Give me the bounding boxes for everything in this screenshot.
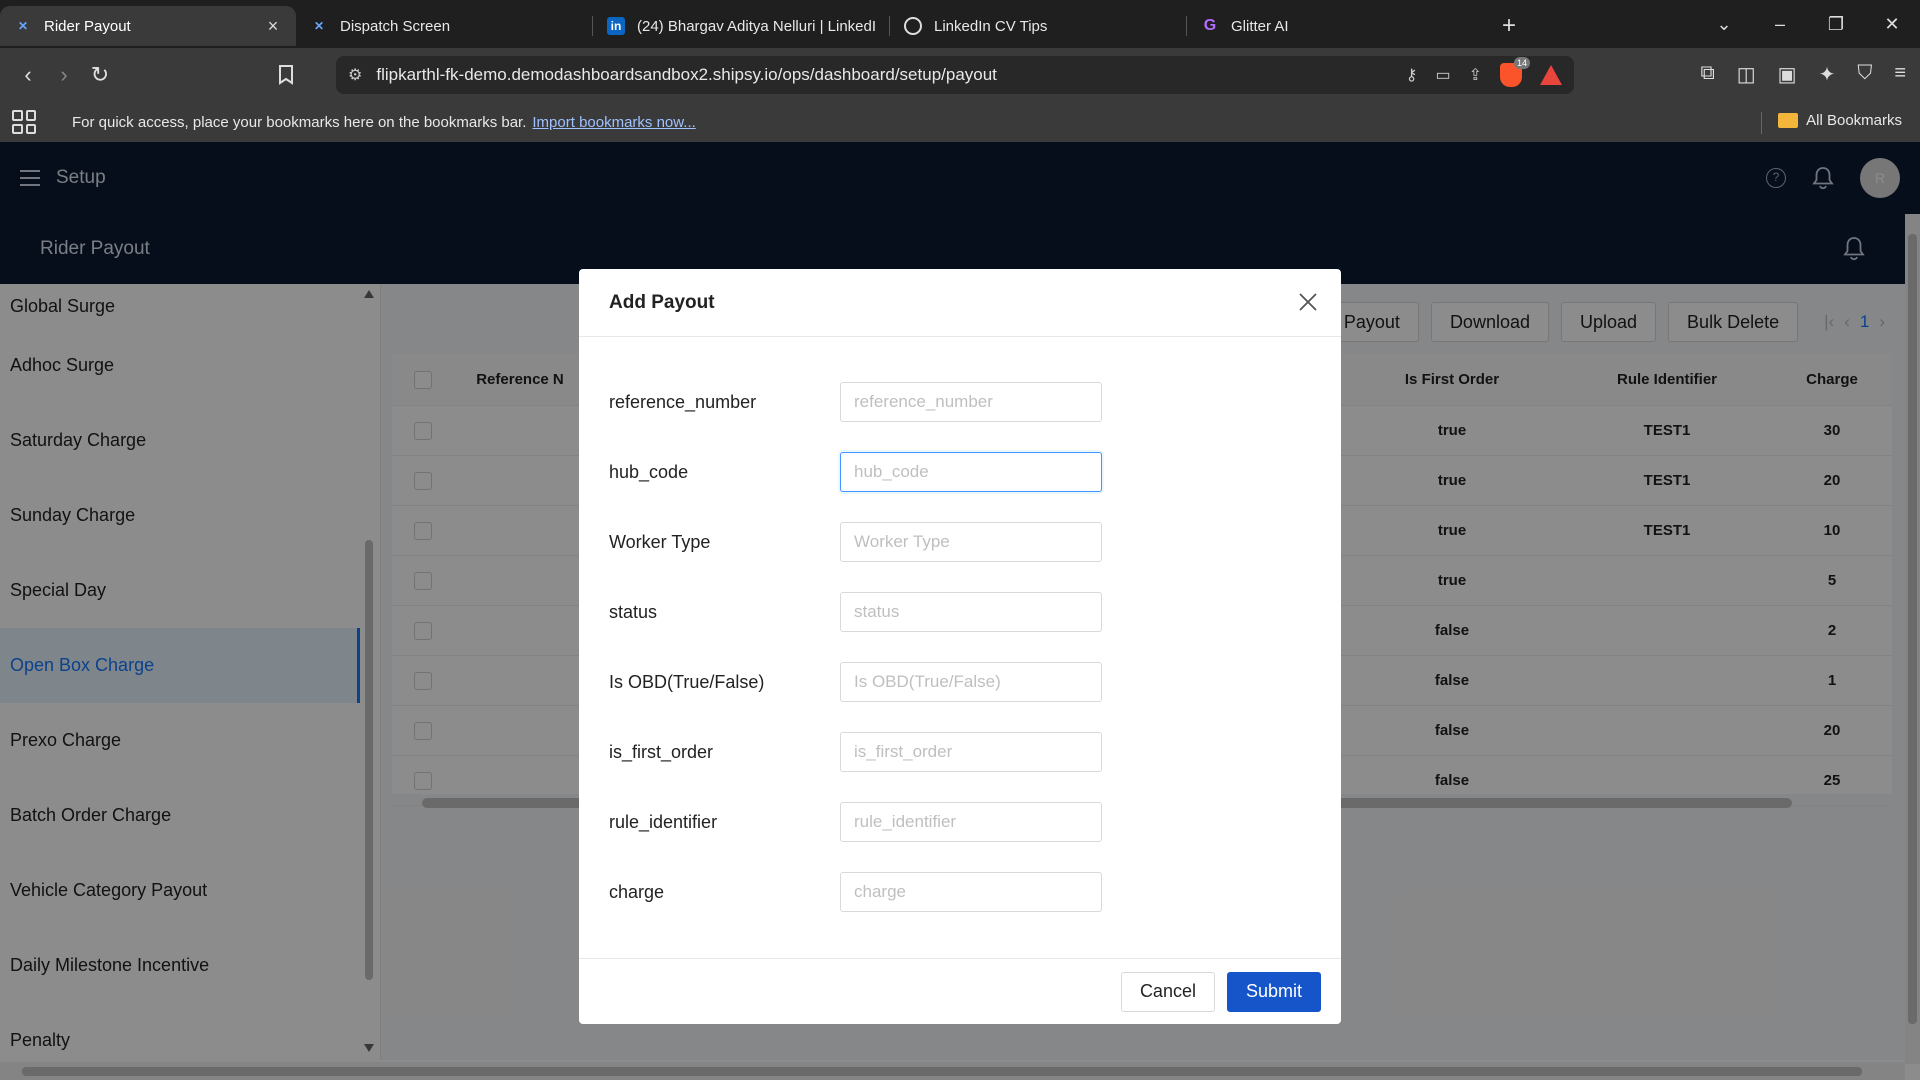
- site-settings-icon[interactable]: ⚙: [348, 65, 362, 85]
- close-tab-icon[interactable]: ×: [264, 17, 282, 35]
- tab-search-icon[interactable]: ⌄: [1696, 14, 1752, 35]
- password-key-icon[interactable]: ⚷: [1406, 65, 1418, 85]
- form-row-charge: charge: [579, 857, 1341, 927]
- forward-icon[interactable]: ›: [46, 57, 82, 93]
- tab-linkedin-cv-tips[interactable]: LinkedIn CV Tips: [890, 6, 1186, 46]
- browser-tab-bar: ✕ Rider Payout × ✕ Dispatch Screen in (2…: [0, 0, 1920, 48]
- all-bookmarks-label: All Bookmarks: [1806, 112, 1902, 129]
- form-row-is-obd: Is OBD(True/False): [579, 647, 1341, 717]
- field-label: reference_number: [609, 391, 757, 412]
- reload-icon[interactable]: ↻: [82, 57, 118, 93]
- field-label: rule_identifier: [609, 811, 718, 832]
- leo-ai-icon[interactable]: ✦: [1819, 62, 1836, 87]
- modal-header: Add Payout: [579, 269, 1341, 337]
- restore-icon[interactable]: ❐: [1808, 14, 1864, 35]
- bookmark-icon[interactable]: [268, 57, 304, 93]
- tab-label: Glitter AI: [1231, 17, 1289, 35]
- form-row-reference-number: reference_number: [579, 367, 1341, 437]
- close-window-icon[interactable]: ✕: [1864, 14, 1920, 35]
- add-payout-form: reference_number hub_code Worker Type st…: [579, 337, 1341, 927]
- field-label: charge: [609, 881, 665, 902]
- hub-code-input[interactable]: [840, 452, 1102, 492]
- all-bookmarks-button[interactable]: All Bookmarks: [1778, 112, 1902, 129]
- form-row-status: status: [579, 577, 1341, 647]
- submit-button[interactable]: Submit: [1226, 971, 1321, 1012]
- sidebar-toggle-icon[interactable]: ◫: [1737, 62, 1756, 87]
- add-payout-modal: Add Payout reference_number hub_code Wor…: [579, 269, 1341, 1024]
- form-row-hub-code: hub_code: [579, 437, 1341, 507]
- shipsy-icon: ✕: [17, 19, 29, 33]
- shield-count-badge: 14: [1513, 57, 1530, 69]
- tab-linkedin[interactable]: in (24) Bhargav Aditya Nelluri | LinkedI…: [593, 6, 889, 46]
- divider: [1761, 112, 1762, 134]
- tab-label: Rider Payout: [44, 17, 131, 35]
- glitter-icon: G: [1203, 17, 1217, 34]
- import-bookmarks-link[interactable]: Import bookmarks now...: [532, 114, 695, 131]
- form-row-is-first-order: is_first_order: [579, 717, 1341, 787]
- field-label: is_first_order: [609, 741, 714, 762]
- tab-dispatch-screen[interactable]: ✕ Dispatch Screen: [296, 6, 592, 46]
- browser-toolbar: ‹ › ↻ ⚙ flipkarthl-fk-demo.demodashboard…: [0, 48, 1920, 102]
- status-input[interactable]: [840, 592, 1102, 632]
- apps-grid-icon[interactable]: [12, 110, 36, 134]
- tab-label: Dispatch Screen: [340, 17, 451, 35]
- linkedin-icon: in: [607, 17, 625, 35]
- modal-title: Add Payout: [609, 291, 715, 313]
- brave-shields-icon[interactable]: 14: [1500, 57, 1530, 87]
- worker-type-input[interactable]: [840, 522, 1102, 562]
- extensions-icon[interactable]: ⧉: [1700, 62, 1714, 87]
- charge-input[interactable]: [840, 872, 1102, 912]
- menu-icon[interactable]: ≡: [1894, 62, 1906, 87]
- tab-glitter-ai[interactable]: G Glitter AI: [1187, 6, 1483, 46]
- wallet-icon[interactable]: ▣: [1778, 62, 1797, 87]
- rule-identifier-input[interactable]: [840, 802, 1102, 842]
- bookmarks-message: For quick access, place your bookmarks h…: [72, 113, 527, 131]
- field-label: hub_code: [609, 461, 689, 482]
- bookmarks-bar: For quick access, place your bookmarks h…: [0, 102, 1920, 142]
- form-row-worker-type: Worker Type: [579, 507, 1341, 577]
- address-bar[interactable]: ⚙ flipkarthl-fk-demo.demodashboardsandbo…: [336, 56, 1574, 94]
- field-label: Worker Type: [609, 531, 711, 552]
- vpn-icon[interactable]: ⛉: [1857, 62, 1872, 87]
- cancel-button[interactable]: Cancel: [1120, 971, 1215, 1012]
- modal-footer: Cancel Submit: [579, 958, 1341, 1024]
- form-row-rule-identifier: rule_identifier: [579, 787, 1341, 857]
- tab-label: LinkedIn CV Tips: [934, 17, 1048, 35]
- share-icon[interactable]: ⇪: [1469, 65, 1482, 85]
- brave-rewards-icon[interactable]: [1540, 65, 1562, 85]
- tab-rider-payout[interactable]: ✕ Rider Payout ×: [0, 6, 296, 46]
- folder-icon: [1778, 113, 1799, 128]
- url-text: flipkarthl-fk-demo.demodashboardsandbox2…: [376, 65, 997, 84]
- toolbar-right-icons: ⧉ ◫ ▣ ✦ ⛉ ≡: [1700, 62, 1906, 87]
- field-label: Is OBD(True/False): [609, 671, 765, 692]
- is-obd-input[interactable]: [840, 662, 1102, 702]
- is-first-order-input[interactable]: [840, 732, 1102, 772]
- chatgpt-icon: [904, 17, 922, 35]
- field-label: status: [609, 601, 658, 622]
- close-icon[interactable]: [1297, 291, 1319, 313]
- window-controls: ⌄ – ❐ ✕: [1696, 0, 1920, 48]
- reference-number-input[interactable]: [840, 382, 1102, 422]
- minimize-icon[interactable]: –: [1752, 14, 1808, 35]
- back-icon[interactable]: ‹: [10, 57, 46, 93]
- shipsy-icon: ✕: [313, 19, 325, 33]
- cast-icon[interactable]: ▭: [1435, 65, 1450, 85]
- new-tab-button[interactable]: +: [1489, 6, 1529, 46]
- tab-label: (24) Bhargav Aditya Nelluri | LinkedIn: [637, 17, 875, 35]
